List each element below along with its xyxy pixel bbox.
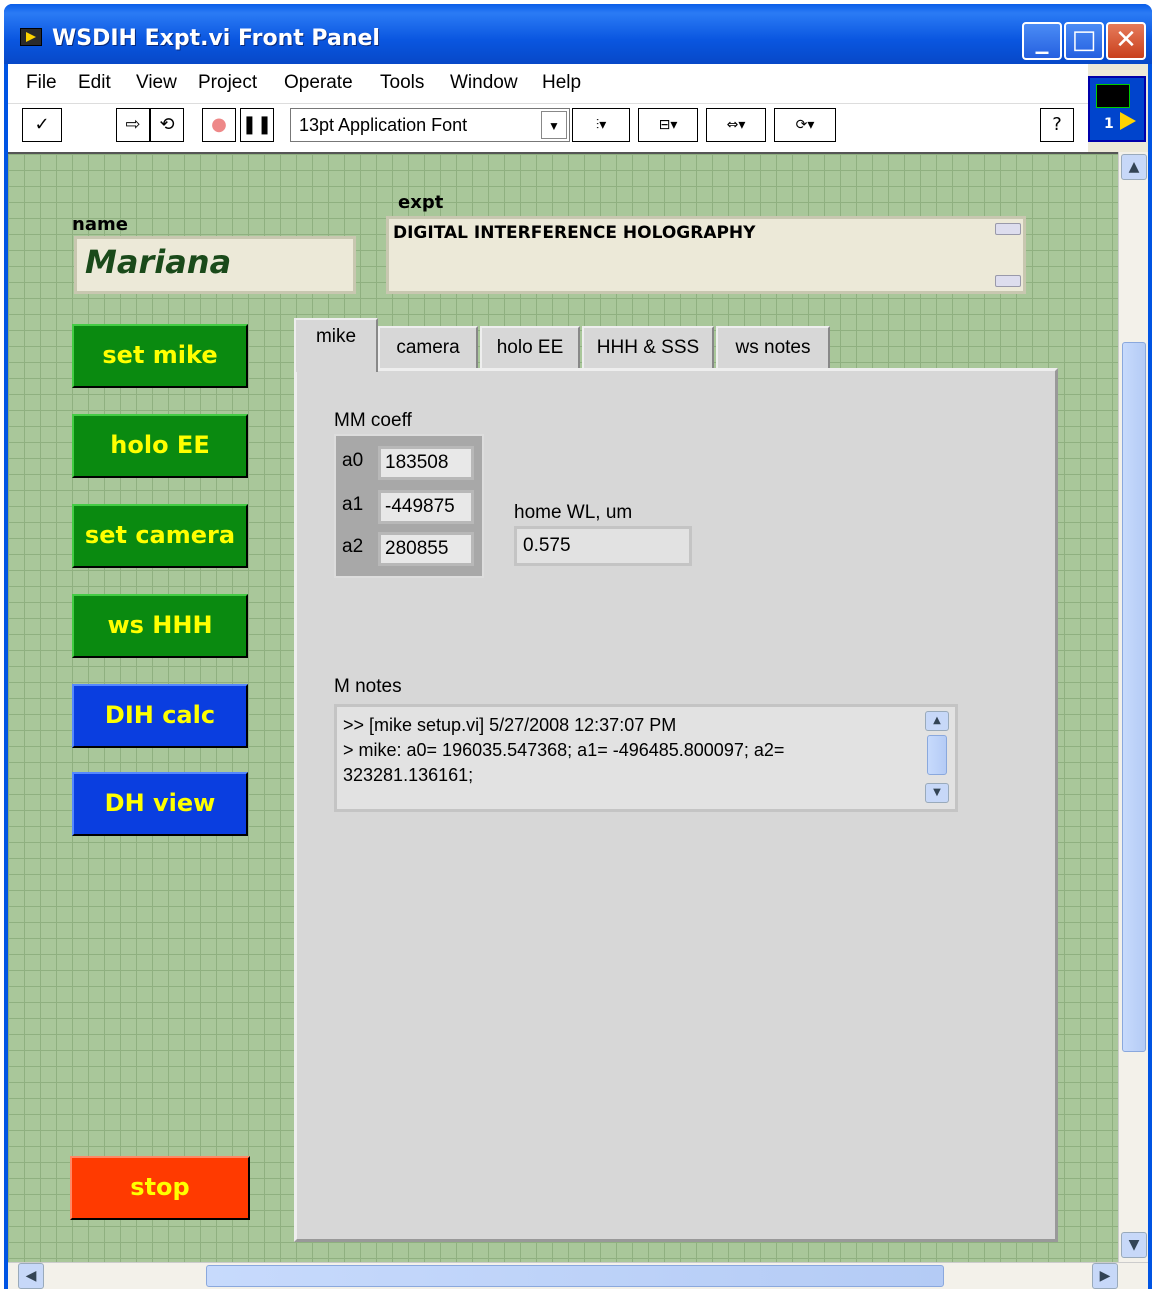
scroll-down-icon[interactable]: ▼ — [1121, 1232, 1147, 1258]
home-wl-field[interactable]: 0.575 — [514, 526, 692, 566]
window-title: WSDIH Expt.vi Front Panel — [52, 26, 380, 51]
m-notes-label: M notes — [334, 676, 402, 697]
name-label: name — [72, 214, 128, 235]
menu-file[interactable]: File — [26, 72, 57, 94]
expt-value: DIGITAL INTERFERENCE HOLOGRAPHY — [393, 223, 756, 243]
tab-hhh-sss[interactable]: HHH & SSS — [582, 326, 714, 370]
menu-bar: File Edit View Project Operate Tools Win… — [8, 64, 1088, 104]
vertical-scroll-thumb[interactable] — [1122, 342, 1146, 1052]
scroll-left-icon[interactable]: ◀ — [18, 1263, 44, 1289]
vertical-scrollbar[interactable]: ▲ ▼ — [1118, 152, 1148, 1262]
tab-ws-notes[interactable]: ws notes — [716, 326, 830, 370]
a2-field[interactable]: 280855 — [378, 532, 474, 566]
a1-field[interactable]: -449875 — [378, 490, 474, 524]
horizontal-scrollbar[interactable]: ◀ ▶ — [8, 1262, 1148, 1289]
window: WSDIH Expt.vi Front Panel _ □ ✕ File Edi… — [4, 4, 1152, 1289]
tab-camera[interactable]: camera — [378, 326, 478, 370]
close-button[interactable]: ✕ — [1106, 22, 1146, 60]
vi-icon[interactable]: 1 — [1088, 76, 1146, 142]
front-panel: name Mariana expt DIGITAL INTERFERENCE H… — [8, 152, 1118, 1262]
tab-holo-ee[interactable]: holo EE — [480, 326, 580, 370]
holo-ee-button[interactable]: holo EE — [72, 414, 248, 478]
scroll-down-icon[interactable]: ▼ — [925, 783, 949, 803]
toolbar: ✓ ⇨ ⟲ ● ❚❚ 13pt Application Font ▼ ⫶▾ ⊟▾… — [8, 104, 1088, 152]
scroll-up-icon[interactable]: ▲ — [925, 711, 949, 731]
home-wl-label: home WL, um — [514, 502, 633, 523]
menu-operate[interactable]: Operate — [284, 72, 353, 94]
scroll-up-icon[interactable] — [995, 223, 1021, 235]
m-notes-scrollbar[interactable]: ▲ ▼ — [923, 711, 951, 805]
menu-edit[interactable]: Edit — [78, 72, 111, 94]
window-client: File Edit View Project Operate Tools Win… — [8, 64, 1148, 1289]
expt-label: expt — [398, 192, 444, 213]
dih-calc-button[interactable]: DIH calc — [72, 684, 248, 748]
scroll-right-icon[interactable]: ▶ — [1092, 1263, 1118, 1289]
name-value: Mariana — [85, 243, 232, 281]
font-select[interactable]: 13pt Application Font ▼ — [290, 108, 570, 142]
scroll-up-icon[interactable]: ▲ — [1121, 154, 1147, 180]
tab-mike[interactable]: mike — [294, 318, 378, 372]
menu-tools[interactable]: Tools — [380, 72, 424, 94]
menu-view[interactable]: View — [136, 72, 177, 94]
font-select-value: 13pt Application Font — [299, 115, 468, 135]
a1-label: a1 — [342, 494, 364, 515]
mm-coeff-array: a0 183508 a1 -449875 a2 280855 — [334, 434, 484, 578]
m-notes-text: >> [mike setup.vi] 5/27/2008 12:37:07 PM… — [343, 715, 785, 785]
scroll-thumb[interactable] — [927, 735, 947, 775]
expt-field[interactable]: DIGITAL INTERFERENCE HOLOGRAPHY — [386, 216, 1026, 294]
menu-window[interactable]: Window — [450, 72, 518, 94]
distribute-objects-icon[interactable]: ⊟▾ — [638, 108, 698, 142]
checkmark-icon[interactable]: ✓ — [22, 108, 62, 142]
set-camera-button[interactable]: set camera — [72, 504, 248, 568]
vi-icon-number: 1 — [1104, 116, 1114, 132]
stop-button[interactable]: stop — [70, 1156, 250, 1220]
vi-icon-arrow — [1120, 112, 1136, 130]
run-arrow-icon[interactable]: ⇨ — [116, 108, 150, 142]
pause-icon[interactable]: ❚❚ — [240, 108, 274, 142]
menu-help[interactable]: Help — [542, 72, 581, 94]
menu-project[interactable]: Project — [198, 72, 257, 94]
align-objects-icon[interactable]: ⫶▾ — [572, 108, 630, 142]
maximize-button[interactable]: □ — [1064, 22, 1104, 60]
set-mike-button[interactable]: set mike — [72, 324, 248, 388]
a0-label: a0 — [342, 450, 364, 471]
resize-objects-icon[interactable]: ⇔▾ — [706, 108, 766, 142]
ws-hhh-button[interactable]: ws HHH — [72, 594, 248, 658]
title-bar[interactable]: WSDIH Expt.vi Front Panel _ □ ✕ — [4, 4, 1152, 64]
help-icon[interactable]: ? — [1040, 108, 1074, 142]
vi-icon-screen — [1096, 84, 1130, 108]
horizontal-scroll-thumb[interactable] — [206, 1265, 944, 1287]
minimize-button[interactable]: _ — [1022, 22, 1062, 60]
reorder-icon[interactable]: ⟳▾ — [774, 108, 836, 142]
labview-icon — [20, 28, 42, 46]
dh-view-button[interactable]: DH view — [72, 772, 248, 836]
a0-field[interactable]: 183508 — [378, 446, 474, 480]
a2-label: a2 — [342, 536, 364, 557]
run-continuously-icon[interactable]: ⟲ — [150, 108, 184, 142]
abort-icon[interactable]: ● — [202, 108, 236, 142]
m-notes-field[interactable]: >> [mike setup.vi] 5/27/2008 12:37:07 PM… — [334, 704, 958, 812]
mm-coeff-label: MM coeff — [334, 410, 412, 431]
chevron-down-icon[interactable]: ▼ — [541, 111, 567, 139]
scroll-down-icon[interactable] — [995, 275, 1021, 287]
name-field[interactable]: Mariana — [74, 236, 356, 294]
